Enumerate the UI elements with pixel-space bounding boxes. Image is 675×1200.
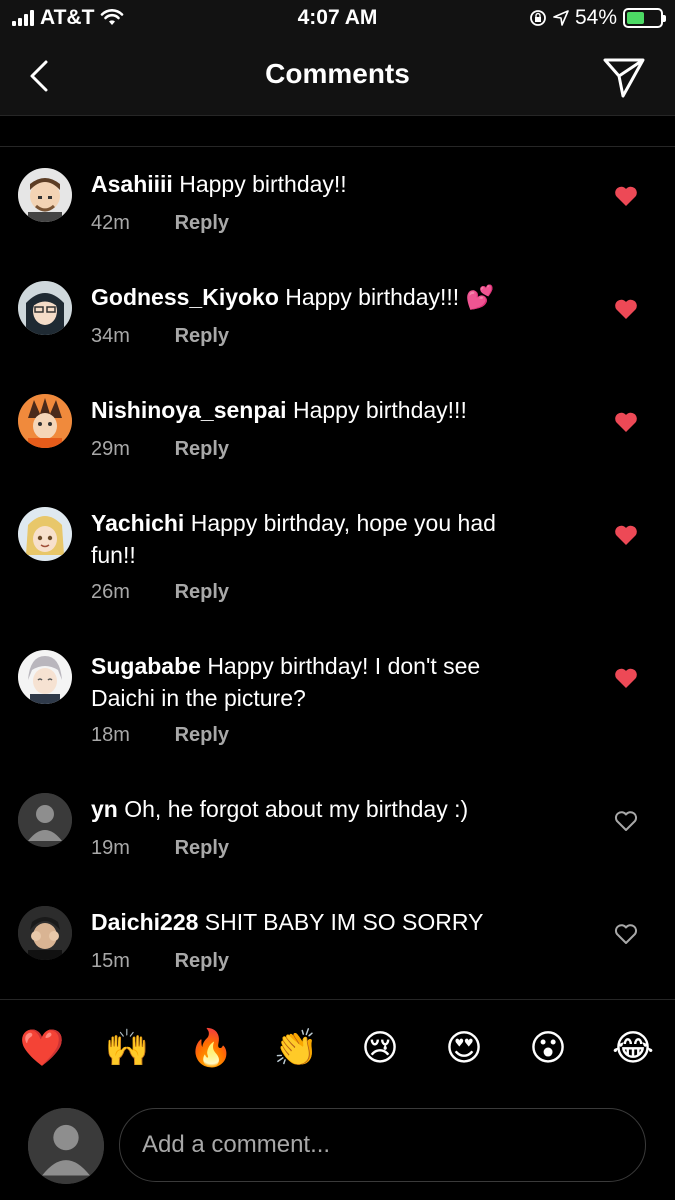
comment-time: 19m	[91, 837, 130, 859]
comment-time: 18m	[91, 724, 130, 746]
caption-edge	[0, 117, 675, 147]
divider	[0, 999, 675, 1000]
orientation-lock-icon	[530, 10, 546, 26]
heart-eyes-emoji-button[interactable]: 😍	[441, 1026, 487, 1072]
avatar[interactable]	[18, 168, 72, 222]
kiyoko-avatar	[18, 281, 72, 335]
comment-username[interactable]: Godness_Kiyoko	[91, 284, 279, 310]
comment-username[interactable]: Asahiiii	[91, 171, 173, 197]
comment-body: Happy birthday!!	[179, 171, 347, 197]
comments-list: Asahiiii Happy birthday!! 42m Reply Godn…	[0, 148, 675, 999]
heart-filled-icon[interactable]	[614, 185, 638, 207]
comment-text: Yachichi Happy birthday, hope you had fu…	[91, 507, 531, 571]
daichi-avatar	[18, 906, 72, 960]
comment-item: yn Oh, he forgot about my birthday :) 19…	[0, 773, 675, 886]
avatar	[28, 1108, 104, 1184]
battery-icon	[623, 8, 666, 28]
reply-button[interactable]: Reply	[175, 837, 229, 859]
laughing-emoji-button[interactable]: 😂	[610, 1026, 656, 1072]
avatar[interactable]	[18, 394, 72, 448]
comment-text: yn Oh, he forgot about my birthday :)	[91, 793, 561, 825]
reply-button[interactable]: Reply	[175, 212, 229, 234]
comment-item: Daichi228 SHIT BABY IM SO SORRY 15m Repl…	[0, 886, 675, 999]
comment-text: Nishinoya_senpai Happy birthday!!!	[91, 394, 561, 426]
battery-percent: 54%	[574, 6, 617, 29]
comment-time: 26m	[91, 581, 130, 603]
comment-item: Asahiiii Happy birthday!! 42m Reply	[0, 148, 675, 261]
avatar[interactable]	[18, 281, 72, 335]
comment-username[interactable]: yn	[91, 796, 118, 822]
send-icon[interactable]	[601, 54, 647, 100]
comment-text: Sugababe Happy birthday! I don't see Dai…	[91, 650, 541, 714]
reply-button[interactable]: Reply	[175, 950, 229, 972]
comment-composer	[0, 1100, 675, 1200]
comment-time: 34m	[91, 325, 130, 347]
crying-emoji-button[interactable]: 😢	[357, 1026, 403, 1072]
reply-button[interactable]: Reply	[175, 581, 229, 603]
heart-filled-icon[interactable]	[614, 524, 638, 546]
comment-text: Asahiiii Happy birthday!!	[91, 168, 561, 200]
yachi-avatar	[18, 507, 72, 561]
header: Comments	[0, 36, 675, 116]
comment-input[interactable]	[119, 1108, 646, 1182]
reply-button[interactable]: Reply	[175, 438, 229, 460]
nishinoya-avatar	[18, 394, 72, 448]
fire-emoji-button[interactable]: 🔥	[188, 1026, 234, 1072]
comment-username[interactable]: Nishinoya_senpai	[91, 397, 287, 423]
avatar[interactable]	[18, 507, 72, 561]
emoji-bar: ❤️ 🙌 🔥 👏 😢 😍 😮 😂	[0, 1026, 675, 1072]
reply-button[interactable]: Reply	[175, 325, 229, 347]
suga-avatar	[18, 650, 72, 704]
reply-button[interactable]: Reply	[175, 724, 229, 746]
comment-body: SHIT BABY IM SO SORRY	[204, 909, 484, 935]
comment-meta: 19m Reply	[91, 837, 229, 860]
comment-body: Happy birthday!!! 💕	[285, 284, 495, 310]
comment-username[interactable]: Yachichi	[91, 510, 184, 536]
heart-filled-icon[interactable]	[614, 298, 638, 320]
raising-hands-emoji-button[interactable]: 🙌	[104, 1026, 150, 1072]
comment-meta: 18m Reply	[91, 724, 229, 747]
comment-meta: 34m Reply	[91, 325, 229, 348]
comment-item: Godness_Kiyoko Happy birthday!!! 💕 34m R…	[0, 261, 675, 374]
comment-text: Daichi228 SHIT BABY IM SO SORRY	[91, 906, 561, 938]
comment-meta: 29m Reply	[91, 438, 229, 461]
surprised-emoji-button[interactable]: 😮	[525, 1026, 571, 1072]
heart-filled-icon[interactable]	[614, 667, 638, 689]
default-avatar	[28, 1108, 104, 1184]
comment-username[interactable]: Sugababe	[91, 653, 201, 679]
location-icon	[553, 10, 569, 26]
status-right: 54%	[529, 6, 666, 30]
heart-outline-icon[interactable]	[614, 810, 638, 832]
clapping-emoji-button[interactable]: 👏	[273, 1026, 319, 1072]
comment-body: Happy birthday!!!	[292, 397, 467, 423]
avatar[interactable]	[18, 793, 72, 847]
heart-outline-icon[interactable]	[614, 923, 638, 945]
heart-filled-icon[interactable]	[614, 411, 638, 433]
default-avatar	[18, 793, 72, 847]
comment-body: Oh, he forgot about my birthday :)	[124, 796, 469, 822]
comment-username[interactable]: Daichi228	[91, 909, 198, 935]
avatar[interactable]	[18, 650, 72, 704]
comment-meta: 26m Reply	[91, 581, 229, 604]
comment-meta: 42m Reply	[91, 212, 229, 235]
comment-item: Nishinoya_senpai Happy birthday!!! 29m R…	[0, 374, 675, 487]
comment-time: 42m	[91, 212, 130, 234]
page-title: Comments	[265, 58, 410, 89]
status-bar: AT&T 4:07 AM 54%	[0, 0, 675, 36]
avatar[interactable]	[18, 906, 72, 960]
comment-item: Sugababe Happy birthday! I don't see Dai…	[0, 630, 675, 773]
asahi-avatar	[18, 168, 72, 222]
comment-item: Yachichi Happy birthday, hope you had fu…	[0, 487, 675, 630]
comment-meta: 15m Reply	[91, 950, 229, 973]
comment-time: 15m	[91, 950, 130, 972]
heart-emoji-button[interactable]: ❤️	[19, 1026, 65, 1072]
comment-time: 29m	[91, 438, 130, 460]
comment-text: Godness_Kiyoko Happy birthday!!! 💕	[91, 281, 561, 313]
